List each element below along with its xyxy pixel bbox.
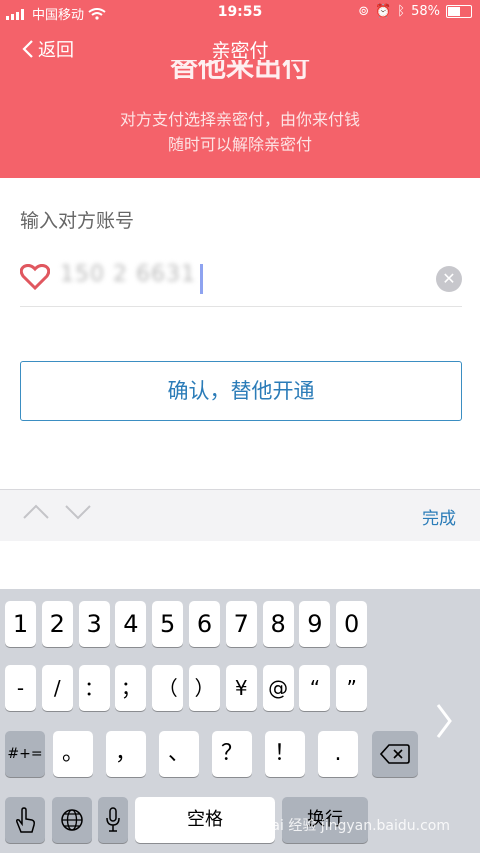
backspace-icon [379, 744, 410, 764]
text-caret [200, 264, 203, 294]
key-0[interactable]: 0 [336, 601, 368, 647]
keyboard-accessory-bar: 完成 [0, 489, 480, 542]
hand-pointer-icon [16, 807, 35, 833]
hero-line-1: 对方支付选择亲密付，由你来付钱 [119, 110, 360, 129]
symbol-key[interactable]: ） [189, 665, 220, 711]
confirm-button[interactable]: 确认，替他开通 [20, 361, 462, 421]
account-field[interactable]: 150 2 6631 ✕ [20, 258, 462, 307]
space-key[interactable]: 空格 [135, 797, 275, 843]
symbol-key[interactable]: / [41, 665, 73, 711]
chevron-down-icon[interactable] [64, 502, 92, 522]
key-6[interactable]: 6 [189, 601, 220, 647]
delete-key[interactable] [372, 731, 418, 777]
clear-icon[interactable]: ✕ [436, 266, 462, 292]
key-7[interactable]: 7 [225, 601, 257, 647]
punctuation-key[interactable]: ？ [212, 731, 252, 777]
punctuation-key[interactable]: ， [106, 731, 146, 777]
keyboard-gap [0, 541, 480, 589]
key-9[interactable]: 9 [299, 601, 331, 647]
key-1[interactable]: 1 [5, 601, 36, 647]
alarm-icon: ⏰ [375, 4, 392, 19]
chevron-right-icon[interactable] [434, 701, 454, 741]
status-bar: 中国移动 19:55 ⊚ ⏰ ᛒ 58% [0, 0, 480, 24]
battery-percent: 58% [411, 4, 440, 19]
symbols-key[interactable]: #+= [5, 731, 45, 777]
microphone-icon [106, 807, 120, 832]
key-4[interactable]: 4 [115, 601, 147, 647]
hero-line-2: 随时可以解除亲密付 [167, 135, 312, 154]
symbol-key[interactable]: - [5, 665, 36, 711]
key-8[interactable]: 8 [262, 601, 294, 647]
symbol-key[interactable]: ： [78, 665, 110, 711]
page-title: 亲密付 [211, 40, 269, 62]
microphone-key[interactable] [98, 797, 128, 843]
key-5[interactable]: 5 [152, 601, 184, 647]
watermark: Bai 经验 jingyan.baidu.com [261, 818, 450, 834]
symbol-key[interactable]: “ [299, 665, 331, 711]
heart-icon [20, 264, 50, 290]
globe-icon [61, 809, 83, 831]
symbol-key[interactable]: ” [336, 665, 368, 711]
handwriting-key[interactable] [5, 797, 45, 843]
punctuation-key[interactable]: ！ [265, 731, 305, 777]
symbol-key[interactable]: ¥ [225, 665, 257, 711]
symbol-key[interactable]: @ [262, 665, 294, 711]
header: 中国移动 19:55 ⊚ ⏰ ᛒ 58% 返回 亲密付 替他来出付 对方支付选择… [0, 0, 480, 178]
keyboard: #+= 空格 换行 Bai 经验 jingyan.baidu.com 12345… [0, 589, 480, 853]
symbol-key[interactable]: ； [115, 665, 147, 711]
battery-icon [446, 5, 472, 18]
hero-heading: 替他来出付 [169, 60, 310, 82]
symbol-key[interactable]: （ [152, 665, 184, 711]
chevron-up-icon[interactable] [22, 502, 50, 522]
account-input[interactable]: 150 2 6631 [60, 262, 196, 287]
globe-key[interactable] [52, 797, 92, 843]
rotation-lock-icon: ⊚ [358, 4, 370, 19]
punctuation-key[interactable]: 、 [159, 731, 199, 777]
bluetooth-icon: ᛒ [397, 4, 406, 19]
account-label: 输入对方账号 [20, 210, 135, 232]
done-button[interactable]: 完成 [422, 504, 456, 529]
key-2[interactable]: 2 [41, 601, 73, 647]
punctuation-key[interactable]: 。 [53, 731, 93, 777]
key-3[interactable]: 3 [78, 601, 110, 647]
punctuation-key[interactable]: . [318, 731, 358, 777]
